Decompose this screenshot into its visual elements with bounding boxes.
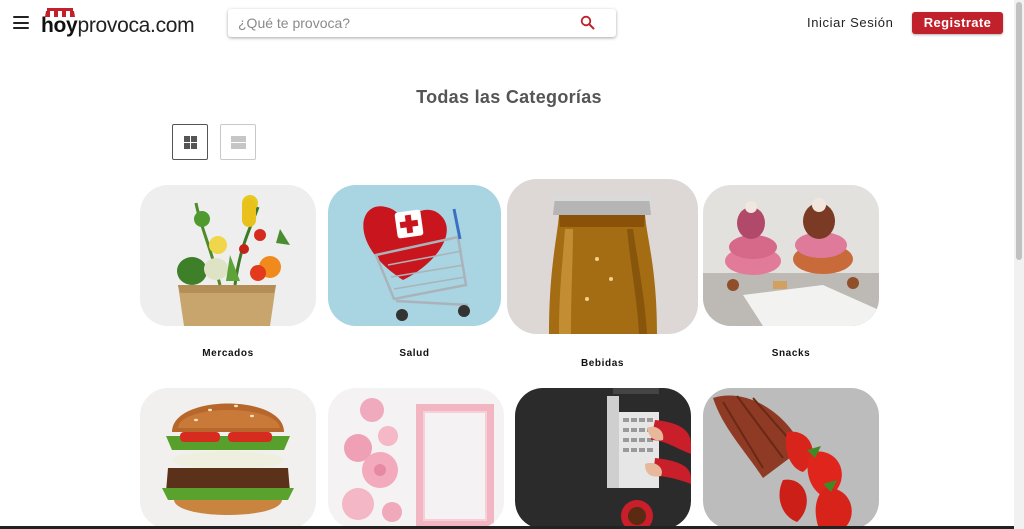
grid-view-button[interactable] — [172, 124, 208, 160]
register-button[interactable]: Registrate — [912, 12, 1003, 34]
category-image-health — [328, 185, 501, 326]
logo-rest: provoca.com — [77, 14, 195, 37]
login-link[interactable]: Iniciar Sesión — [807, 15, 893, 30]
site-logo[interactable]: hoyprovoca.com — [40, 6, 200, 40]
menu-icon[interactable] — [13, 16, 29, 29]
category-card-decor[interactable] — [328, 388, 504, 529]
category-card-salud[interactable]: Salud — [328, 185, 501, 365]
list-view-button[interactable] — [220, 124, 256, 160]
category-image-flower-frame — [328, 388, 504, 529]
category-card-snacks[interactable]: Snacks — [703, 185, 879, 365]
category-card-bebidas[interactable]: Bebidas — [507, 179, 698, 375]
category-label: Bebidas — [580, 358, 625, 369]
category-image-groceries — [140, 185, 316, 326]
category-card-burger[interactable] — [140, 388, 316, 529]
top-bar: hoyprovoca.com Iniciar Sesión Registrate — [0, 0, 1024, 48]
search-box — [228, 9, 616, 37]
category-image-laptop — [515, 388, 691, 529]
list-view-icon — [231, 136, 246, 149]
category-image-burger — [140, 388, 316, 529]
search-input[interactable] — [228, 9, 568, 37]
search-icon[interactable] — [580, 15, 595, 30]
category-label: Salud — [399, 348, 430, 359]
category-card-mercados[interactable]: Mercados — [140, 185, 316, 365]
category-card-fruits[interactable] — [703, 388, 879, 529]
category-label: Snacks — [771, 348, 811, 359]
grid-view-icon — [184, 136, 197, 149]
page-title: Todas las Categorías — [416, 87, 602, 107]
logo-hoy: hoy — [41, 14, 78, 37]
category-label: Mercados — [202, 348, 254, 359]
category-image-beer-bottle — [507, 179, 698, 334]
category-card-tech[interactable] — [515, 388, 691, 529]
category-image-donuts — [703, 185, 879, 326]
category-image-strawberries — [703, 388, 879, 529]
scrollbar-thumb[interactable] — [1016, 2, 1022, 260]
